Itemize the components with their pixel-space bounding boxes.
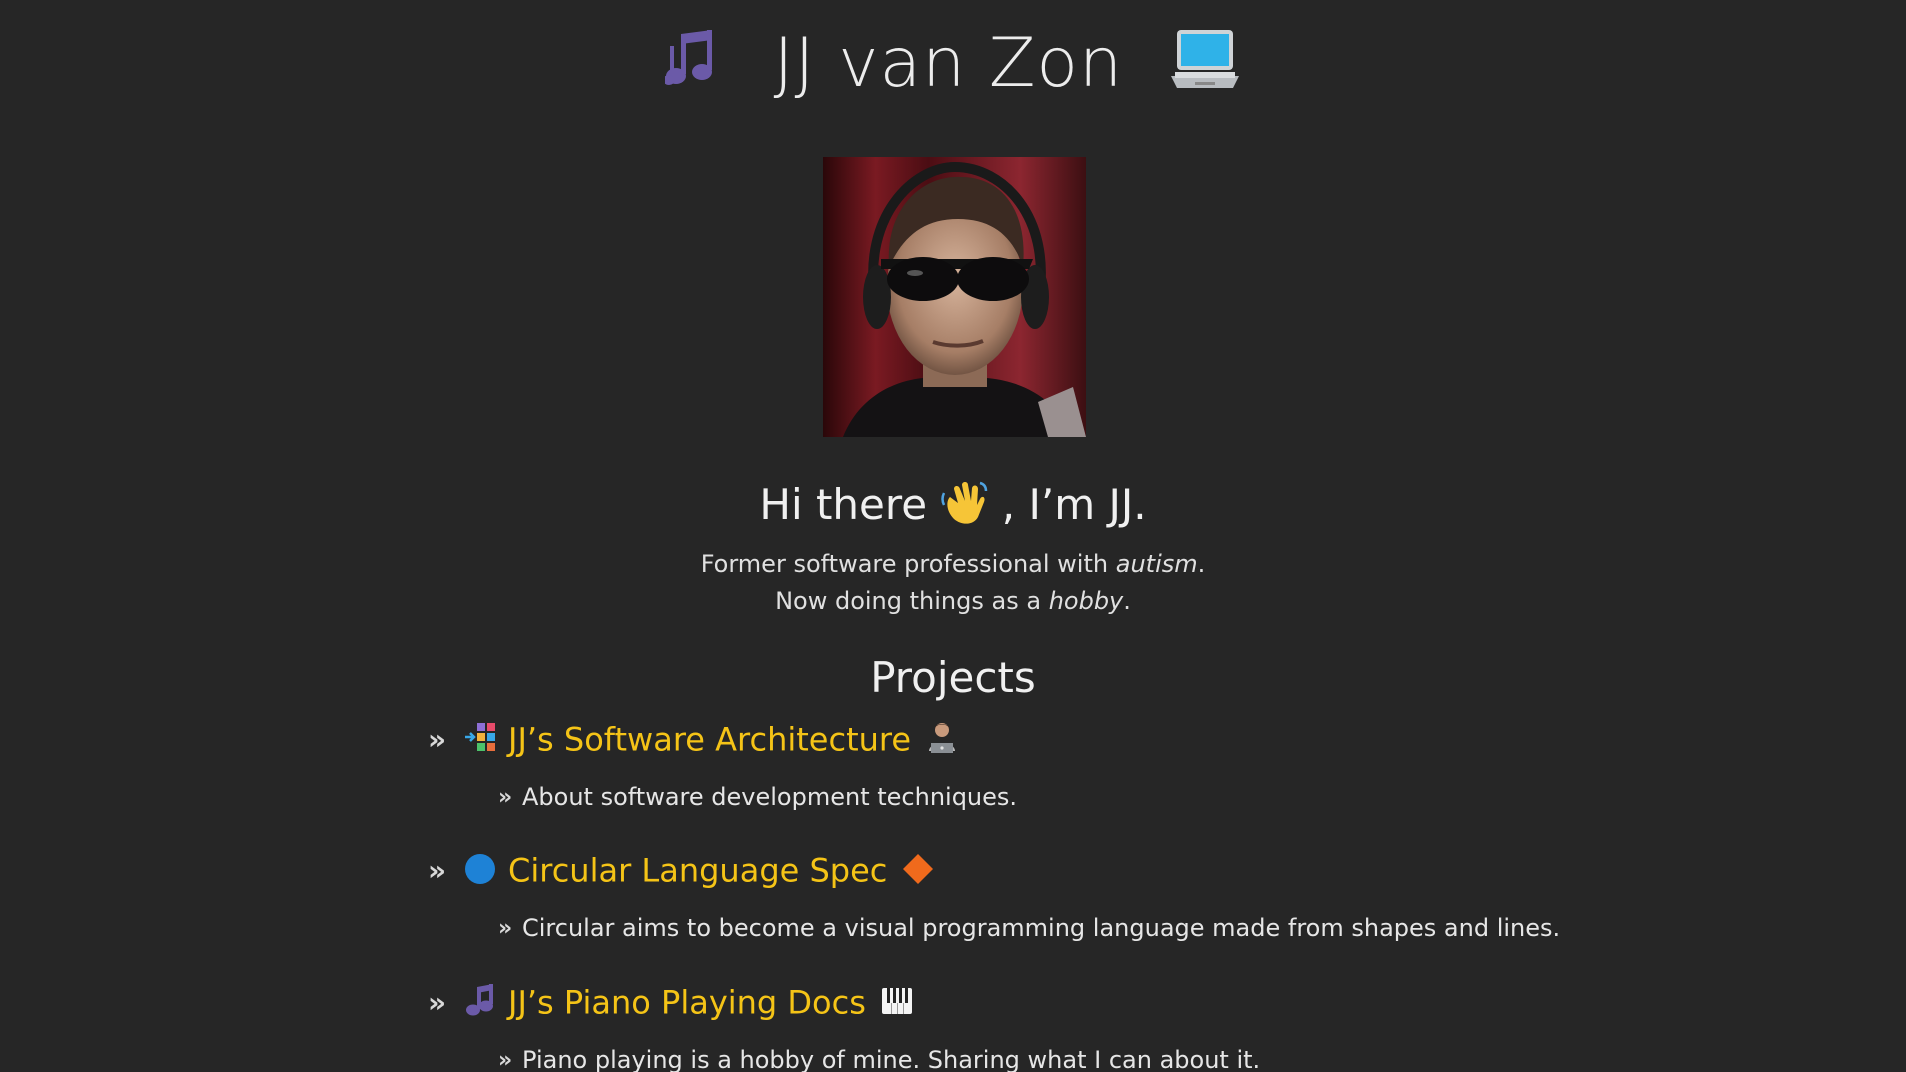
intro-line-1-end: . <box>1197 550 1206 578</box>
double-chevron-icon: » <box>428 722 447 756</box>
orange-diamond-icon <box>901 843 935 899</box>
double-chevron-icon: » <box>498 785 513 810</box>
intro-line-2-end: . <box>1123 587 1131 615</box>
greeting-text-before: Hi there <box>759 480 928 529</box>
double-chevron-icon: » <box>428 985 447 1019</box>
intro-emphasis-autism: autism <box>1115 550 1198 578</box>
project-description-text: Piano playing is a hobby of mine. Sharin… <box>522 1046 1261 1072</box>
project-item: » JJ’s Piano Playing Docs » Piano playin… <box>428 974 1628 1072</box>
project-description: » Circular aims to become a visual progra… <box>498 912 1628 945</box>
waving-hand-icon <box>940 480 1001 529</box>
greeting-heading: Hi there , I’m JJ. <box>0 475 1906 535</box>
project-description: » Piano playing is a hobby of mine. Shari… <box>498 1044 1628 1072</box>
intro-line-1-text: Former software professional with <box>700 550 1116 578</box>
project-link-circular-language[interactable]: Circular Language Spec <box>508 852 887 890</box>
project-description-text: About software development techniques. <box>522 783 1018 811</box>
double-chevron-icon: » <box>498 916 513 941</box>
intro-line-2: Now doing things as a hobby. <box>0 583 1906 620</box>
greeting-text-after: , I’m JJ. <box>1001 480 1147 529</box>
double-chevron-icon: » <box>428 853 447 887</box>
intro-line-2-text: Now doing things as a <box>775 587 1049 615</box>
laptop-icon <box>1149 30 1241 101</box>
blocks-icon <box>462 712 498 768</box>
project-item: » Circular Language Spec » Circular aims … <box>428 842 1628 945</box>
project-title-row: » Circular Language Spec <box>428 842 1628 898</box>
site-title: JJ van Zon <box>0 24 1906 106</box>
project-title-row: » JJ’s Software Architecture <box>428 711 1628 767</box>
project-item: » JJ’s Software Architecture » About sof… <box>428 711 1628 814</box>
piano-keys-icon <box>880 975 914 1031</box>
project-title-row: » JJ’s Piano Playing Docs <box>428 974 1628 1030</box>
music-note-icon <box>462 975 498 1031</box>
music-notes-icon <box>662 28 748 101</box>
site-title-text: JJ van Zon <box>773 24 1124 103</box>
intro-text: Former software professional with autism… <box>0 546 1906 620</box>
double-chevron-icon: » <box>498 1048 513 1072</box>
intro-line-1: Former software professional with autism… <box>0 546 1906 583</box>
intro-emphasis-hobby: hobby <box>1048 587 1124 615</box>
technologist-icon <box>925 712 959 768</box>
page: JJ van Zon Hi there , I’m JJ. Former sof… <box>0 0 1906 1072</box>
project-link-software-architecture[interactable]: JJ’s Software Architecture <box>508 721 911 759</box>
avatar <box>823 157 1086 437</box>
project-link-piano-playing-docs[interactable]: JJ’s Piano Playing Docs <box>508 984 866 1022</box>
project-description: » About software development techniques. <box>498 781 1628 814</box>
project-description-text: Circular aims to become a visual program… <box>522 914 1561 942</box>
blue-circle-icon <box>462 843 498 899</box>
projects-heading: Projects <box>870 653 1036 702</box>
